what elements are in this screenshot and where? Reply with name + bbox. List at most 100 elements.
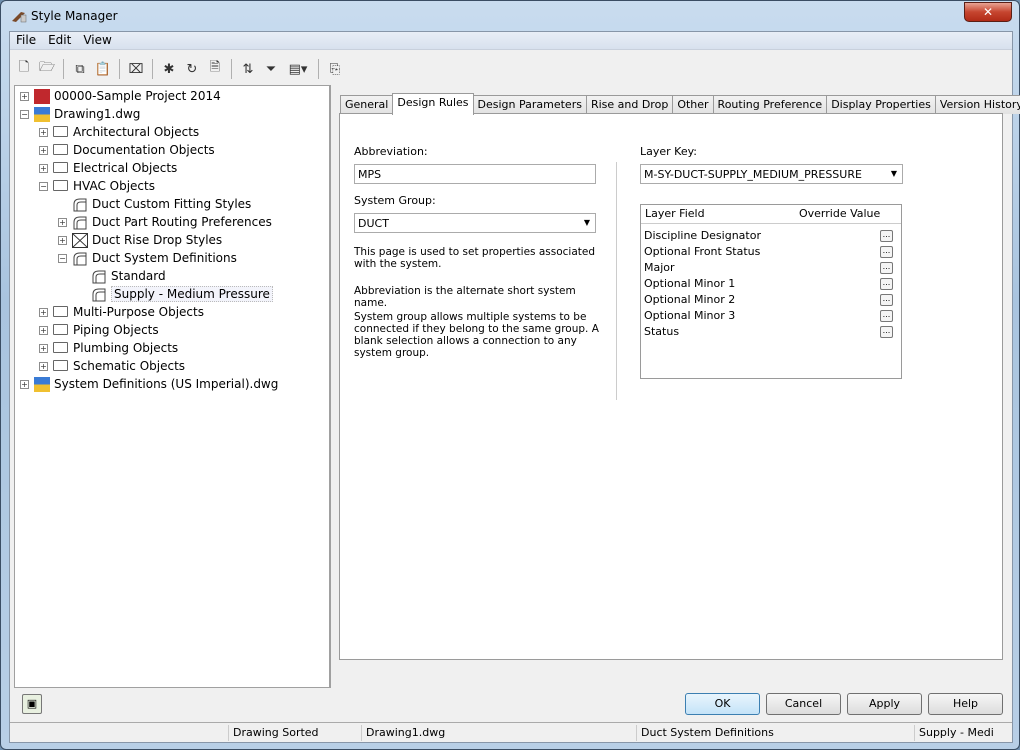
override-value-button[interactable]: ... <box>880 230 893 242</box>
close-button[interactable]: ✕ <box>964 2 1012 22</box>
divider <box>616 162 617 400</box>
grid-row[interactable]: Optional Minor 1... <box>641 276 901 292</box>
collapse-icon[interactable]: − <box>20 109 29 119</box>
tree-item-label: Supply - Medium Pressure <box>111 286 273 302</box>
open-icon[interactable]: 🗁 <box>37 59 57 79</box>
status-sort: Drawing Sorted <box>228 725 360 741</box>
override-value-button[interactable]: ... <box>880 262 893 274</box>
toolbar-separator <box>63 59 64 79</box>
tab-routing-preference[interactable]: Routing Preference <box>712 95 828 114</box>
abbreviation-input[interactable]: MPS <box>354 164 596 184</box>
ok-button[interactable]: OK <box>685 693 760 715</box>
tree-item[interactable]: + Documentation Objects <box>39 141 215 159</box>
view-icon[interactable]: ▤▾ <box>284 59 312 79</box>
collapse-icon[interactable]: − <box>39 181 48 191</box>
menu-view[interactable]: View <box>77 32 117 49</box>
tree-item[interactable]: + System Definitions (US Imperial).dwg <box>20 375 278 393</box>
new-icon[interactable]: 🗋 <box>14 59 34 79</box>
tree-item-label: Duct Custom Fitting Styles <box>92 197 252 211</box>
filter-icon[interactable]: ⏷ <box>261 59 281 79</box>
tree-item[interactable]: Standard <box>77 267 166 285</box>
tree-item[interactable]: + Electrical Objects <box>39 159 177 177</box>
tree-item[interactable]: Supply - Medium Pressure <box>77 285 273 303</box>
grid-row[interactable]: Major... <box>641 260 901 276</box>
style-tree[interactable]: +00000-Sample Project 2014 − Drawing1.dwg +… <box>14 85 330 688</box>
client-area: File Edit View 🗋 🗁 ⧉ 📋 ⌧ ✱ ↻ 🗎 ⇅ ⏷ ▤▾ ⎘ … <box>9 31 1020 743</box>
tree-item[interactable]: + Plumbing Objects <box>39 339 178 357</box>
tab-version-history[interactable]: Version History <box>934 95 1020 114</box>
duct-style-icon <box>72 197 88 212</box>
properties-pane: General Design Rules Design Parameters Rise… <box>330 85 1020 688</box>
system-group-select[interactable]: DUCT <box>354 213 596 233</box>
override-value-button[interactable]: ... <box>880 278 893 290</box>
expand-icon[interactable]: + <box>39 361 48 371</box>
toolbar-separator <box>231 59 232 79</box>
expand-icon[interactable]: + <box>39 343 48 353</box>
folder-icon <box>53 125 69 140</box>
tree-item[interactable]: + Schematic Objects <box>39 357 185 375</box>
tree-item[interactable]: +00000-Sample Project 2014 <box>20 87 221 105</box>
override-value-button[interactable]: ... <box>880 310 893 322</box>
menu-file[interactable]: File <box>10 32 42 49</box>
override-value-button[interactable]: ... <box>880 326 893 338</box>
grid-row[interactable]: Discipline Designator... <box>641 228 901 244</box>
paste-icon[interactable]: 📋 <box>93 59 113 79</box>
new-style-icon[interactable]: ✱ <box>159 59 179 79</box>
expand-icon[interactable]: + <box>39 325 48 335</box>
override-value-button[interactable]: ... <box>880 246 893 258</box>
tree-item[interactable]: + Piping Objects <box>39 321 159 339</box>
duct-style-icon <box>72 215 88 230</box>
tree-item[interactable]: + Multi-Purpose Objects <box>39 303 204 321</box>
expand-icon[interactable]: + <box>58 235 67 245</box>
tab-design-rules[interactable]: Design Rules <box>392 93 474 115</box>
expand-icon[interactable]: + <box>20 91 29 101</box>
status-category: Duct System Definitions <box>636 725 914 741</box>
tab-design-parameters[interactable]: Design Parameters <box>472 95 587 114</box>
column-header-override-value[interactable]: Override Value <box>795 205 884 223</box>
tree-item[interactable]: − Drawing1.dwg <box>20 105 140 123</box>
menu-edit[interactable]: Edit <box>42 32 77 49</box>
grid-row[interactable]: Optional Minor 3... <box>641 308 901 324</box>
window-title: Style Manager <box>31 9 118 23</box>
tree-item[interactable]: + Duct Rise Drop Styles <box>58 231 222 249</box>
grid-row[interactable]: Status... <box>641 324 901 340</box>
tree-item[interactable]: + Architectural Objects <box>39 123 199 141</box>
help-button[interactable]: Help <box>928 693 1003 715</box>
grid-row[interactable]: Optional Front Status... <box>641 244 901 260</box>
purge-icon[interactable]: ⌧ <box>126 59 146 79</box>
expand-icon[interactable]: + <box>39 307 48 317</box>
folder-icon <box>53 359 69 374</box>
sort-icon[interactable]: ⇅ <box>238 59 258 79</box>
expand-icon[interactable]: + <box>20 379 29 389</box>
tree-item[interactable]: + Duct Part Routing Preferences <box>58 213 272 231</box>
grid-row[interactable]: Optional Minor 2... <box>641 292 901 308</box>
set-from-icon[interactable]: 🗎 <box>205 59 225 79</box>
expand-icon[interactable]: + <box>58 217 67 227</box>
tab-other[interactable]: Other <box>672 95 714 114</box>
folder-icon <box>53 305 69 320</box>
tree-item[interactable]: − HVAC Objects <box>39 177 155 195</box>
expand-icon[interactable]: + <box>39 145 48 155</box>
layer-key-select[interactable]: M-SY-DUCT-SUPPLY_MEDIUM_PRESSURE <box>640 164 903 184</box>
tab-rise-and-drop[interactable]: Rise and Drop <box>585 95 674 114</box>
collapse-icon[interactable]: − <box>58 253 67 263</box>
expand-icon[interactable]: + <box>39 127 48 137</box>
tree-item[interactable]: − Duct System Definitions <box>58 249 237 267</box>
tree-item-label: Architectural Objects <box>73 125 200 139</box>
apply-button[interactable]: Apply <box>847 693 922 715</box>
override-value-button[interactable]: ... <box>880 294 893 306</box>
tab-general[interactable]: General <box>340 95 394 114</box>
column-header-layer-field[interactable]: Layer Field <box>641 205 795 223</box>
expand-icon[interactable]: + <box>39 163 48 173</box>
tree-item[interactable]: Duct Custom Fitting Styles <box>58 195 251 213</box>
layer-field-label: Status <box>644 325 680 338</box>
preview-toggle-icon[interactable]: ▣ <box>22 694 42 714</box>
layer-field-label: Optional Minor 1 <box>644 277 736 290</box>
layer-field-label: Optional Minor 3 <box>644 309 736 322</box>
toggle-view-icon[interactable]: ⎘ <box>325 59 345 79</box>
tab-display-properties[interactable]: Display Properties <box>826 95 936 114</box>
tree-item-label: Electrical Objects <box>73 161 178 175</box>
copy-icon[interactable]: ⧉ <box>70 59 90 79</box>
cancel-button[interactable]: Cancel <box>766 693 841 715</box>
edit-style-icon[interactable]: ↻ <box>182 59 202 79</box>
